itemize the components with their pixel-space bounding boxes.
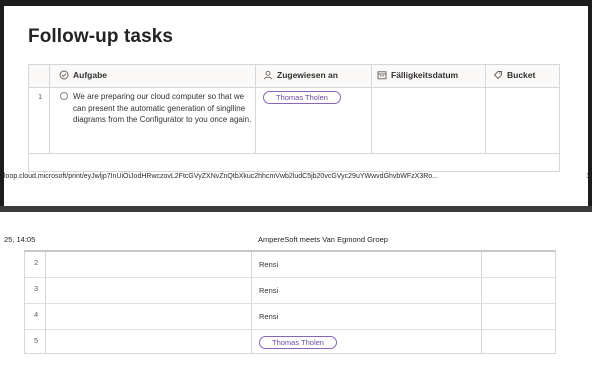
table-header-row: Aufgabe Zugewiesen an Fälligkeitsdatum B… [29,65,559,88]
table-row[interactable]: 4 Rensi [25,304,555,330]
circle-check-icon [59,70,69,80]
print-url: loop.cloud.microsoft/print/eyJwljp7InUiO… [4,173,439,180]
assignee-name[interactable]: Rensi [259,286,278,295]
row-number: 4 [34,310,39,319]
task-table: Aufgabe Zugewiesen an Fälligkeitsdatum B… [28,64,560,172]
assignee-pill[interactable]: Thomas Tholen [259,336,337,349]
person-icon [264,70,272,80]
column-header-assigned[interactable]: Zugewiesen an [263,70,338,80]
task-table-continued: 2 Rensi 3 Rensi 4 Rensi 5 Thomas Tholen [24,250,556,354]
column-label: Zugewiesen an [277,70,338,80]
column-label: Fälligkeitsdatum [391,70,459,80]
table-row[interactable]: 2 Rensi [25,252,555,278]
calendar-icon [377,71,387,80]
row-number: 3 [34,284,39,293]
task-complete-radio[interactable] [60,92,68,100]
table-row[interactable]: 3 Rensi [25,278,555,304]
print-timestamp: 25, 14:05 [4,235,36,244]
print-page-bottom: 25, 14:05 AmpereSoft meets Van Egmond Gr… [0,212,592,381]
task-title[interactable]: We are preparing our cloud computer so t… [73,91,253,126]
column-header-bucket[interactable]: Bucket [493,70,535,80]
row-number: 2 [34,258,39,267]
tag-icon [493,71,502,80]
page-number: 1 [586,170,588,184]
text-fade-overlay [277,309,323,323]
row-number: 1 [38,92,43,101]
assignee-name[interactable]: Rensi [259,312,278,321]
text-fade-overlay [275,257,321,271]
table-row[interactable]: 5 Thomas Tholen [25,330,555,356]
print-url-footer: loop.cloud.microsoft/print/eyJwljp7InUiO… [4,170,588,184]
print-page-top: Follow-up tasks Aufgabe Zugewiesen an Fä… [4,6,588,206]
column-label: Aufgabe [73,70,107,80]
page-title: Follow-up tasks [28,26,174,47]
table-row[interactable]: 1 We are preparing our cloud computer so… [29,87,559,154]
column-header-due-date[interactable]: Fälligkeitsdatum [377,70,458,80]
assignee-pill[interactable]: Thomas Tholen [263,91,341,104]
column-header-task[interactable]: Aufgabe [59,70,107,80]
row-number: 5 [34,336,39,345]
print-document-title: AmpereSoft meets Van Egmond Groep [258,235,388,244]
column-label: Bucket [507,70,536,80]
text-fade-overlay [277,283,323,297]
